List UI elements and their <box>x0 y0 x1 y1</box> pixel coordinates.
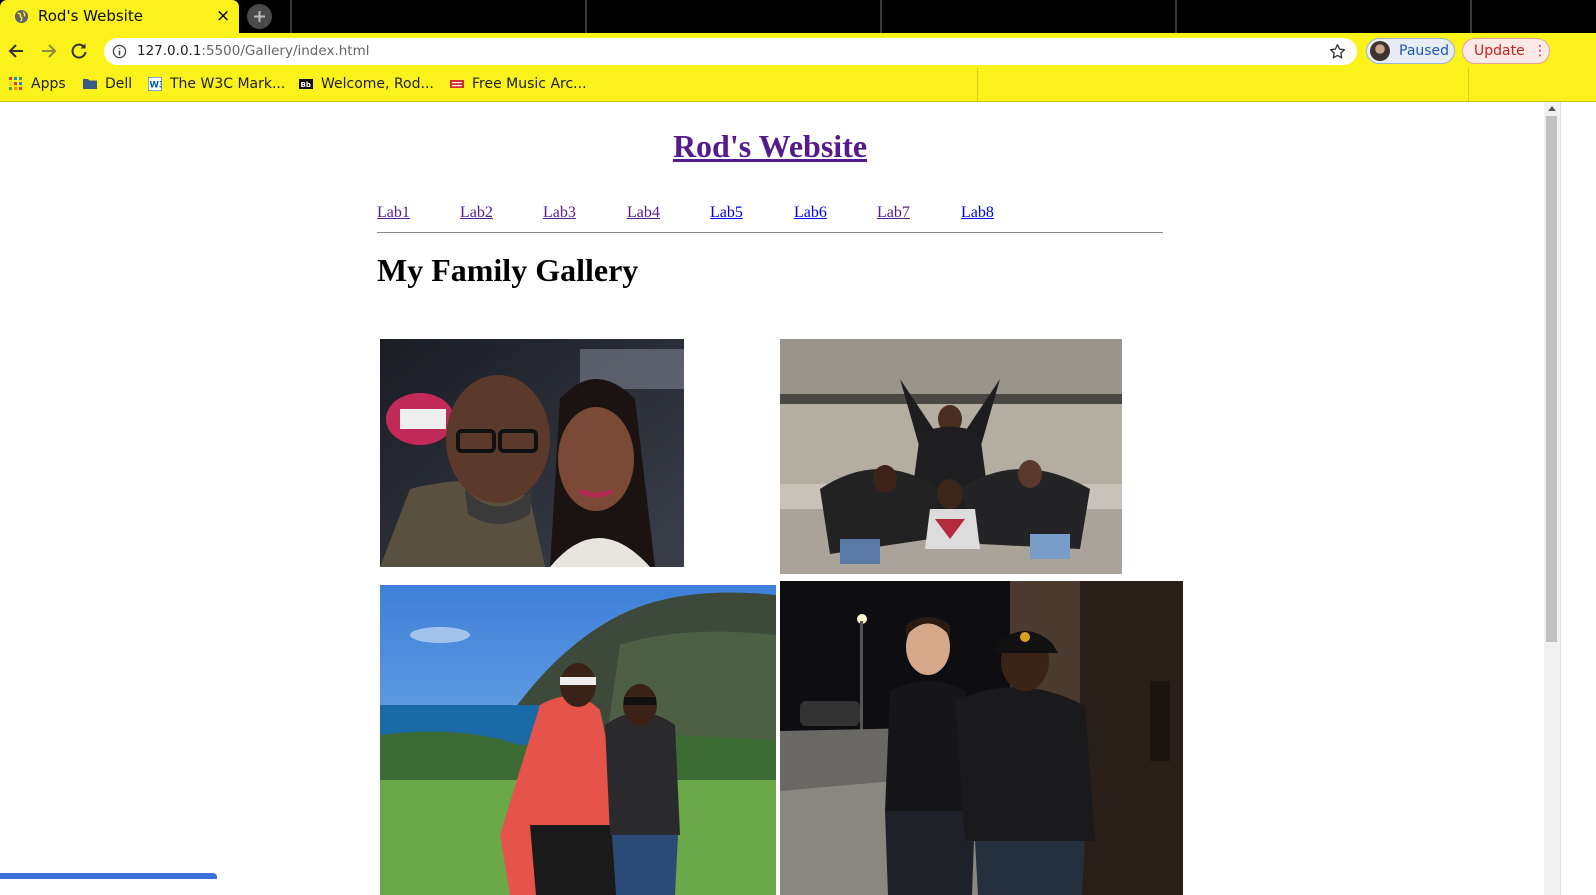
nav-link-lab6[interactable]: Lab6 <box>794 204 827 222</box>
page-heading: My Family Gallery <box>377 252 639 288</box>
site-title-link[interactable]: Rod's Website <box>0 128 1540 165</box>
bookmarks-divider <box>1468 68 1469 101</box>
url-path: :5500/Gallery/index.html <box>201 43 370 59</box>
bookmark-blackboard[interactable]: Bb Welcome, Rod... <box>299 74 434 94</box>
svg-text:W3: W3 <box>150 81 163 91</box>
lab-nav: Lab1 Lab2 Lab3 Lab4 Lab5 Lab6 Lab7 Lab8 <box>377 204 1163 233</box>
address-bar[interactable]: 127.0.0.1:5500/Gallery/index.html <box>104 38 1357 65</box>
tab-rods-website[interactable]: Rod's Website × <box>0 0 239 33</box>
back-arrow-icon[interactable] <box>7 41 27 61</box>
tab-separator <box>1175 0 1177 33</box>
profile-button[interactable]: Paused <box>1366 38 1455 64</box>
url-text[interactable]: 127.0.0.1:5500/Gallery/index.html <box>137 43 369 59</box>
bookmark-dell[interactable]: Dell <box>83 74 132 94</box>
nav-link-lab7[interactable]: Lab7 <box>877 204 910 222</box>
new-tab-button[interactable] <box>247 4 272 29</box>
bookmark-label: Free Music Arc... <box>472 76 587 92</box>
photo-icon <box>380 339 684 567</box>
photo-icon <box>780 339 1122 574</box>
vertical-scrollbar[interactable] <box>1544 102 1560 895</box>
nav-link-lab1[interactable]: Lab1 <box>377 204 410 222</box>
bookmark-apps[interactable]: Apps <box>9 74 66 94</box>
fma-icon <box>450 80 464 88</box>
tab-separator <box>1470 0 1472 33</box>
browser-toolbar: 127.0.0.1:5500/Gallery/index.html Paused… <box>0 33 1596 68</box>
forward-arrow-icon[interactable] <box>38 41 58 61</box>
photo-couple-selfie <box>380 339 684 567</box>
bookmark-label: The W3C Mark... <box>170 76 286 92</box>
scroll-up-arrow-icon[interactable] <box>1548 106 1556 111</box>
tab-title: Rod's Website <box>38 7 143 25</box>
url-host: 127.0.0.1 <box>137 43 202 59</box>
nav-link-lab3[interactable]: Lab3 <box>543 204 576 222</box>
update-button[interactable]: Update ⋮ <box>1462 38 1550 64</box>
folder-icon <box>83 79 97 89</box>
bookmark-label: Welcome, Rod... <box>321 76 434 92</box>
bookmark-star-icon[interactable] <box>1329 43 1346 60</box>
nav-link-lab2[interactable]: Lab2 <box>460 204 493 222</box>
side-panel-edge <box>1560 102 1596 895</box>
nav-link-lab8[interactable]: Lab8 <box>961 204 994 222</box>
reload-icon[interactable] <box>69 41 89 61</box>
bookmark-w3c[interactable]: W3 The W3C Mark... <box>148 74 285 94</box>
photo-night-street <box>780 581 1183 895</box>
bookmark-label: Dell <box>105 76 133 92</box>
photo-coastal-mountain <box>380 585 776 895</box>
tab-strip: Rod's Website × <box>0 0 1596 33</box>
download-status-bar <box>0 873 217 879</box>
nav-link-lab5[interactable]: Lab5 <box>710 204 743 222</box>
globe-icon <box>14 9 29 24</box>
bookmark-free-music-archive[interactable]: Free Music Arc... <box>450 74 587 94</box>
menu-dots-icon[interactable]: ⋮ <box>1533 43 1547 59</box>
nav-link-lab4[interactable]: Lab4 <box>627 204 660 222</box>
tab-separator <box>290 0 292 33</box>
photo-icon <box>380 585 776 895</box>
info-icon[interactable] <box>112 44 127 59</box>
tab-separator <box>585 0 587 33</box>
w3c-icon: W3 <box>148 77 162 91</box>
plus-icon <box>254 11 265 22</box>
photo-dance-group <box>780 339 1122 574</box>
svg-text:Bb: Bb <box>301 81 311 89</box>
bookmarks-divider <box>977 68 978 101</box>
bookmark-label: Apps <box>31 76 66 92</box>
bookmarks-bar: Apps Dell W3 The W3C Mark... Bb Welcome,… <box>0 68 1596 102</box>
apps-grid-icon <box>9 77 22 90</box>
close-icon[interactable]: × <box>216 6 230 26</box>
profile-status-label: Paused <box>1399 43 1450 59</box>
photo-icon <box>780 581 1183 895</box>
update-label: Update <box>1474 43 1525 59</box>
avatar <box>1370 41 1390 61</box>
blackboard-icon: Bb <box>299 79 313 89</box>
scrollbar-thumb[interactable] <box>1546 116 1557 642</box>
tab-separator <box>880 0 882 33</box>
